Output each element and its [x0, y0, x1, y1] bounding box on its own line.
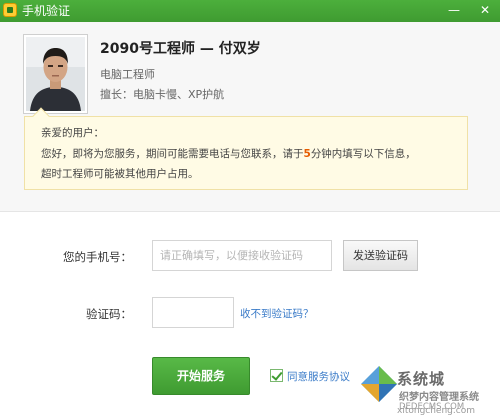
engineer-role: 电脑工程师	[100, 68, 155, 81]
phone-label: 您的手机号：	[63, 250, 132, 264]
app-logo-icon	[3, 3, 17, 17]
watermark-url: xitongcheng.com	[397, 406, 475, 416]
engineer-skills: 擅长：电脑卡慢、XP护航	[100, 88, 225, 101]
no-code-received-link[interactable]: 收不到验证码？	[240, 306, 314, 321]
engineer-name: 2090号工程师 — 付双岁	[100, 41, 261, 57]
agree-checkbox[interactable]	[270, 369, 283, 382]
notice-text-after: 分钟内填写以下信息，	[310, 148, 416, 160]
notice-minutes-highlight: 5	[303, 148, 311, 160]
verification-code-label: 验证码：	[86, 307, 132, 321]
service-agreement-link[interactable]: 同意服务协议	[287, 369, 350, 384]
watermark-cms-name: 织梦内容管理系统	[399, 392, 479, 403]
send-code-button[interactable]: 发送验证码	[343, 240, 418, 271]
phone-input[interactable]	[152, 240, 332, 271]
minimize-button[interactable]: —	[439, 0, 469, 22]
start-service-button[interactable]: 开始服务	[152, 357, 250, 395]
engineer-profile-section: 2090号工程师 — 付双岁 电脑工程师 擅长：电脑卡慢、XP护航 亲爱的用户：…	[0, 22, 500, 212]
notice-text-before: 您好，即将为您服务，期间可能需要电话与您联系，请于	[41, 148, 304, 160]
window-title: 手机验证	[22, 4, 71, 18]
notice-box: 亲爱的用户： 您好，即将为您服务，期间可能需要电话与您联系，请于5分钟内填写以下…	[24, 107, 468, 190]
notice-greeting: 亲爱的用户：	[41, 127, 104, 139]
avatar-photo	[26, 37, 85, 111]
watermark-brand: 系统城	[397, 370, 446, 388]
notice-timeout-warning: 超时工程师可能被其他用户占用。	[41, 168, 199, 180]
engineer-avatar	[23, 34, 88, 114]
watermark-logo-icon	[361, 366, 397, 402]
window-titlebar: 手机验证 — ✕	[0, 0, 500, 22]
verification-code-input[interactable]	[152, 297, 234, 328]
close-button[interactable]: ✕	[470, 0, 500, 22]
notice-line-time-limit: 您好，即将为您服务，期间可能需要电话与您联系，请于5分钟内填写以下信息，	[41, 146, 416, 161]
